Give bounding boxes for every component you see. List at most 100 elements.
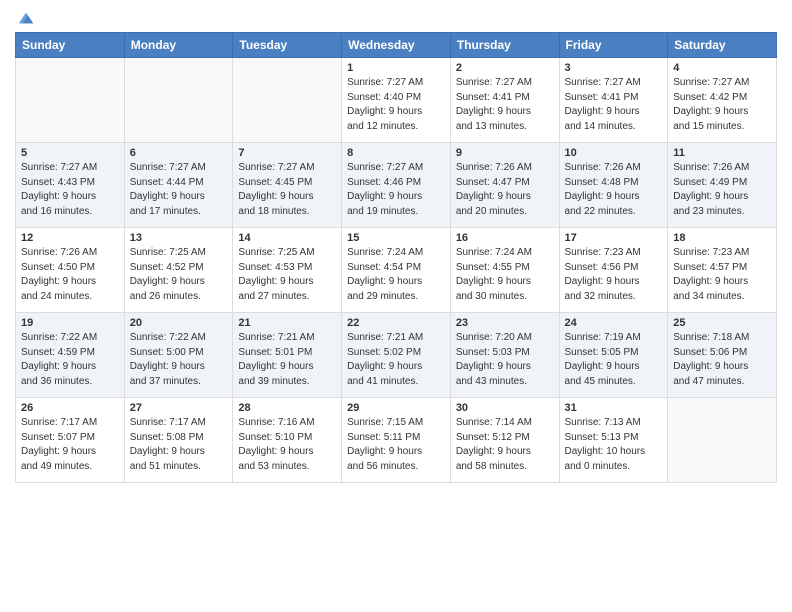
day-number: 14 xyxy=(238,232,336,244)
day-info: Sunrise: 7:26 AM Sunset: 4:48 PM Dayligh… xyxy=(565,161,663,219)
header-day-wednesday: Wednesday xyxy=(342,33,451,58)
day-info: Sunrise: 7:21 AM Sunset: 5:01 PM Dayligh… xyxy=(238,331,336,389)
calendar-day-28: 28 Sunrise: 7:16 AM Sunset: 5:10 PM Dayli… xyxy=(233,398,342,483)
day-info: Sunrise: 7:19 AM Sunset: 5:05 PM Dayligh… xyxy=(565,331,663,389)
day-number: 10 xyxy=(565,147,663,159)
calendar-day-27: 27 Sunrise: 7:17 AM Sunset: 5:08 PM Dayli… xyxy=(124,398,233,483)
day-info: Sunrise: 7:24 AM Sunset: 4:54 PM Dayligh… xyxy=(347,246,445,304)
day-number: 23 xyxy=(456,317,554,329)
calendar-day-26: 26 Sunrise: 7:17 AM Sunset: 5:07 PM Dayli… xyxy=(16,398,125,483)
day-info: Sunrise: 7:27 AM Sunset: 4:41 PM Dayligh… xyxy=(456,76,554,134)
calendar-day-7: 7Sunrise: 7:27 AM Sunset: 4:45 PM Daylig… xyxy=(233,143,342,228)
calendar-day-30: 30Sunrise: 7:14 AM Sunset: 5:12 PM Dayli… xyxy=(450,398,559,483)
day-number: 6 xyxy=(130,147,228,159)
calendar-day-10: 10 Sunrise: 7:26 AM Sunset: 4:48 PM Dayli… xyxy=(559,143,668,228)
header xyxy=(15,10,777,24)
empty-cell xyxy=(16,58,125,143)
day-info: Sunrise: 7:26 AM Sunset: 4:47 PM Dayligh… xyxy=(456,161,554,219)
day-info: Sunrise: 7:17 AM Sunset: 5:08 PM Dayligh… xyxy=(130,416,228,474)
day-info: Sunrise: 7:20 AM Sunset: 5:03 PM Dayligh… xyxy=(456,331,554,389)
day-number: 8 xyxy=(347,147,445,159)
day-info: Sunrise: 7:21 AM Sunset: 5:02 PM Dayligh… xyxy=(347,331,445,389)
header-day-thursday: Thursday xyxy=(450,33,559,58)
header-day-monday: Monday xyxy=(124,33,233,58)
day-info: Sunrise: 7:27 AM Sunset: 4:43 PM Dayligh… xyxy=(21,161,119,219)
calendar-day-18: 18 Sunrise: 7:23 AM Sunset: 4:57 PM Dayli… xyxy=(668,228,777,313)
day-info: Sunrise: 7:16 AM Sunset: 5:10 PM Dayligh… xyxy=(238,416,336,474)
day-info: Sunrise: 7:26 AM Sunset: 4:49 PM Dayligh… xyxy=(673,161,771,219)
day-info: Sunrise: 7:25 AM Sunset: 4:52 PM Dayligh… xyxy=(130,246,228,304)
calendar-day-12: 12Sunrise: 7:26 AM Sunset: 4:50 PM Dayli… xyxy=(16,228,125,313)
day-info: Sunrise: 7:13 AM Sunset: 5:13 PM Dayligh… xyxy=(565,416,663,474)
day-info: Sunrise: 7:25 AM Sunset: 4:53 PM Dayligh… xyxy=(238,246,336,304)
day-info: Sunrise: 7:18 AM Sunset: 5:06 PM Dayligh… xyxy=(673,331,771,389)
day-number: 7 xyxy=(238,147,336,159)
day-info: Sunrise: 7:22 AM Sunset: 5:00 PM Dayligh… xyxy=(130,331,228,389)
day-number: 29 xyxy=(347,402,445,414)
day-number: 1 xyxy=(347,62,445,74)
calendar: SundayMondayTuesdayWednesdayThursdayFrid… xyxy=(15,32,777,483)
day-number: 22 xyxy=(347,317,445,329)
day-info: Sunrise: 7:27 AM Sunset: 4:46 PM Dayligh… xyxy=(347,161,445,219)
day-number: 28 xyxy=(238,402,336,414)
calendar-header-row: SundayMondayTuesdayWednesdayThursdayFrid… xyxy=(16,33,777,58)
day-number: 20 xyxy=(130,317,228,329)
calendar-day-24: 24 Sunrise: 7:19 AM Sunset: 5:05 PM Dayli… xyxy=(559,313,668,398)
day-number: 3 xyxy=(565,62,663,74)
day-info: Sunrise: 7:24 AM Sunset: 4:55 PM Dayligh… xyxy=(456,246,554,304)
header-day-sunday: Sunday xyxy=(16,33,125,58)
calendar-day-16: 16 Sunrise: 7:24 AM Sunset: 4:55 PM Dayli… xyxy=(450,228,559,313)
empty-cell xyxy=(668,398,777,483)
header-day-friday: Friday xyxy=(559,33,668,58)
empty-cell xyxy=(233,58,342,143)
calendar-day-5: 5 Sunrise: 7:27 AM Sunset: 4:43 PM Daylig… xyxy=(16,143,125,228)
calendar-day-9: 9 Sunrise: 7:26 AM Sunset: 4:47 PM Daylig… xyxy=(450,143,559,228)
day-info: Sunrise: 7:27 AM Sunset: 4:42 PM Dayligh… xyxy=(673,76,771,134)
calendar-week-4: 19Sunrise: 7:22 AM Sunset: 4:59 PM Dayli… xyxy=(16,313,777,398)
calendar-day-22: 22 Sunrise: 7:21 AM Sunset: 5:02 PM Dayli… xyxy=(342,313,451,398)
day-number: 12 xyxy=(21,232,119,244)
logo-text xyxy=(15,10,35,26)
calendar-day-17: 17 Sunrise: 7:23 AM Sunset: 4:56 PM Dayli… xyxy=(559,228,668,313)
calendar-day-8: 8 Sunrise: 7:27 AM Sunset: 4:46 PM Daylig… xyxy=(342,143,451,228)
calendar-day-31: 31Sunrise: 7:13 AM Sunset: 5:13 PM Dayli… xyxy=(559,398,668,483)
day-number: 26 xyxy=(21,402,119,414)
day-number: 15 xyxy=(347,232,445,244)
day-number: 25 xyxy=(673,317,771,329)
calendar-day-11: 11 Sunrise: 7:26 AM Sunset: 4:49 PM Dayli… xyxy=(668,143,777,228)
day-number: 11 xyxy=(673,147,771,159)
day-info: Sunrise: 7:15 AM Sunset: 5:11 PM Dayligh… xyxy=(347,416,445,474)
day-info: Sunrise: 7:17 AM Sunset: 5:07 PM Dayligh… xyxy=(21,416,119,474)
page: SundayMondayTuesdayWednesdayThursdayFrid… xyxy=(0,0,792,498)
day-number: 2 xyxy=(456,62,554,74)
calendar-day-3: 3Sunrise: 7:27 AM Sunset: 4:41 PM Daylig… xyxy=(559,58,668,143)
calendar-day-4: 4Sunrise: 7:27 AM Sunset: 4:42 PM Daylig… xyxy=(668,58,777,143)
day-number: 30 xyxy=(456,402,554,414)
day-number: 16 xyxy=(456,232,554,244)
calendar-week-1: 1 Sunrise: 7:27 AM Sunset: 4:40 PM Daylig… xyxy=(16,58,777,143)
calendar-day-15: 15 Sunrise: 7:24 AM Sunset: 4:54 PM Dayli… xyxy=(342,228,451,313)
calendar-day-19: 19Sunrise: 7:22 AM Sunset: 4:59 PM Dayli… xyxy=(16,313,125,398)
day-number: 17 xyxy=(565,232,663,244)
calendar-day-2: 2 Sunrise: 7:27 AM Sunset: 4:41 PM Daylig… xyxy=(450,58,559,143)
day-info: Sunrise: 7:23 AM Sunset: 4:56 PM Dayligh… xyxy=(565,246,663,304)
header-day-tuesday: Tuesday xyxy=(233,33,342,58)
day-number: 13 xyxy=(130,232,228,244)
calendar-day-1: 1 Sunrise: 7:27 AM Sunset: 4:40 PM Daylig… xyxy=(342,58,451,143)
day-info: Sunrise: 7:23 AM Sunset: 4:57 PM Dayligh… xyxy=(673,246,771,304)
calendar-day-25: 25 Sunrise: 7:18 AM Sunset: 5:06 PM Dayli… xyxy=(668,313,777,398)
calendar-day-29: 29 Sunrise: 7:15 AM Sunset: 5:11 PM Dayli… xyxy=(342,398,451,483)
day-number: 27 xyxy=(130,402,228,414)
day-number: 24 xyxy=(565,317,663,329)
day-number: 19 xyxy=(21,317,119,329)
day-number: 18 xyxy=(673,232,771,244)
day-number: 21 xyxy=(238,317,336,329)
logo-icon xyxy=(17,10,35,26)
empty-cell xyxy=(124,58,233,143)
day-number: 9 xyxy=(456,147,554,159)
calendar-week-3: 12Sunrise: 7:26 AM Sunset: 4:50 PM Dayli… xyxy=(16,228,777,313)
calendar-day-14: 14 Sunrise: 7:25 AM Sunset: 4:53 PM Dayli… xyxy=(233,228,342,313)
day-info: Sunrise: 7:27 AM Sunset: 4:40 PM Dayligh… xyxy=(347,76,445,134)
day-number: 5 xyxy=(21,147,119,159)
day-info: Sunrise: 7:27 AM Sunset: 4:44 PM Dayligh… xyxy=(130,161,228,219)
